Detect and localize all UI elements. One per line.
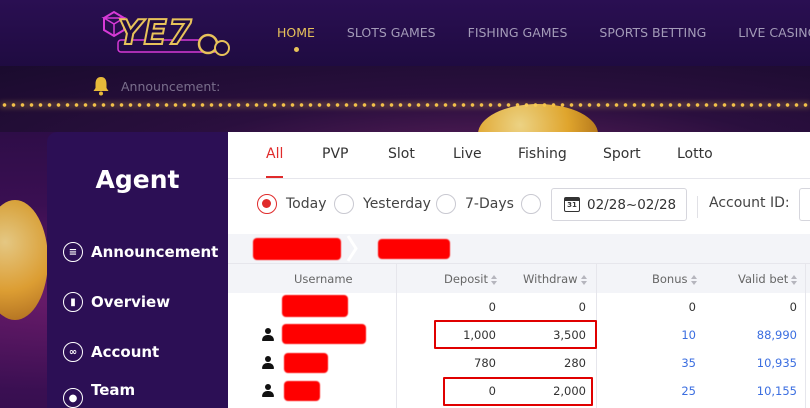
bonus-cell: 0 [688, 300, 696, 314]
sort-icon[interactable] [791, 274, 798, 285]
sidebar-item-overview[interactable]: ▮ Overview [63, 288, 228, 316]
sidebar-item-team[interactable]: ● Team [63, 380, 228, 408]
tab-fishing[interactable]: Fishing [518, 146, 567, 162]
table-row[interactable]: 0 0 0 0 [228, 293, 810, 321]
chevron-right-icon [346, 235, 358, 262]
valid-bet-cell: 0 [789, 300, 797, 314]
period-label: Today [286, 196, 327, 212]
redacted-username[interactable] [282, 295, 348, 317]
sidebar-item-label: Announcement [91, 243, 219, 261]
bonus-link[interactable]: 35 [681, 356, 696, 370]
header-deposit[interactable]: Deposit [444, 272, 498, 286]
logo-text: YE7 [117, 12, 193, 54]
table-header: Username Deposit Withdraw Bonus Valid be… [228, 263, 810, 293]
sort-icon[interactable] [490, 274, 498, 285]
report-panel: All PVP Slot Live Fishing Sport Lotto To… [228, 132, 810, 408]
header-label: Withdraw [523, 272, 578, 286]
radio-button[interactable] [257, 194, 277, 214]
withdraw-cell: 280 [564, 356, 586, 370]
bonus-link[interactable]: 25 [681, 384, 696, 398]
header-valid-bet[interactable]: Valid bet [738, 272, 798, 286]
header-username: Username [294, 272, 353, 286]
header-withdraw[interactable]: Withdraw [523, 272, 588, 286]
user-icon [262, 328, 274, 341]
valid-bet-link[interactable]: 88,990 [757, 328, 797, 342]
header-bonus[interactable]: Bonus [652, 272, 698, 286]
sidebar-item-account[interactable]: ∞ Account [63, 338, 228, 366]
nav-fishing-games[interactable]: FISHING GAMES [468, 0, 568, 66]
account-id-label: Account ID: [697, 196, 790, 218]
top-navigation-bar: YE7 HOME SLOTS GAMES FISHING GAMES SPORT… [0, 0, 810, 66]
game-type-tabs: All PVP Slot Live Fishing Sport Lotto [228, 132, 810, 179]
redacted-username[interactable] [284, 353, 328, 373]
tab-live[interactable]: Live [453, 146, 482, 162]
sidebar-item-announcement[interactable]: ≡ Announcement [63, 238, 228, 266]
nav-slots-games[interactable]: SLOTS GAMES [347, 0, 436, 66]
sidebar-item-label: Team [91, 381, 136, 399]
header-label: Valid bet [738, 272, 789, 286]
period-label: 7-Days [465, 196, 514, 212]
announcement-bar: Announcement: [0, 66, 810, 132]
sort-icon[interactable] [690, 274, 698, 285]
user-icon [262, 356, 274, 369]
radio-button[interactable] [436, 194, 456, 214]
agent-sidebar: Agent ≡ Announcement ▮ Overview ∞ Accoun… [47, 132, 228, 408]
list-icon: ≡ [63, 242, 83, 262]
sort-icon[interactable] [580, 274, 588, 285]
tab-sport[interactable]: Sport [603, 146, 641, 162]
user-icon [262, 384, 274, 397]
nav-home[interactable]: HOME [277, 0, 315, 66]
deposit-cell: 780 [474, 356, 496, 370]
sidebar-item-label: Overview [91, 293, 171, 311]
redacted-username[interactable] [282, 324, 366, 344]
radio-button[interactable] [334, 194, 354, 214]
withdraw-cell: 0 [578, 300, 586, 314]
period-label: Yesterday [363, 196, 431, 212]
bar-chart-icon: ▮ [63, 292, 83, 312]
link-icon: ∞ [63, 342, 83, 362]
period-7-days[interactable]: 7-Days [436, 194, 514, 214]
sidebar-item-label: Account [91, 343, 160, 361]
redacted-breadcrumb-item[interactable] [378, 239, 450, 259]
announcement-label: Announcement: [121, 79, 221, 94]
calendar-icon: 31 [564, 197, 580, 212]
redacted-username[interactable] [284, 381, 320, 401]
highlight-box [443, 377, 593, 406]
period-yesterday[interactable]: Yesterday [334, 194, 431, 214]
user-icon: ● [63, 388, 83, 408]
valid-bet-link[interactable]: 10,935 [757, 356, 797, 370]
agent-breadcrumb [228, 234, 810, 263]
bell-icon [93, 77, 109, 96]
tab-lotto[interactable]: Lotto [677, 146, 713, 162]
valid-bet-link[interactable]: 10,155 [757, 384, 797, 398]
radio-button[interactable] [521, 194, 541, 214]
header-label: Bonus [652, 272, 688, 286]
date-range-picker[interactable]: 31 02/28~02/28 [551, 188, 687, 221]
site-logo[interactable]: YE7 [100, 10, 238, 58]
account-id-input[interactable] [799, 188, 810, 221]
nav-live-casino[interactable]: LIVE CASINO [738, 0, 810, 66]
tab-slot[interactable]: Slot [388, 146, 415, 162]
table-row[interactable]: 780 280 35 10,935 [228, 349, 810, 377]
redacted-breadcrumb-item[interactable] [253, 238, 341, 260]
date-range-value: 02/28~02/28 [587, 196, 677, 213]
date-filters: Today Yesterday 7-Days 31 02/28~02/28 Ac… [228, 179, 810, 234]
tab-pvp[interactable]: PVP [322, 146, 348, 162]
header-label: Deposit [444, 272, 488, 286]
sidebar-title: Agent [95, 165, 180, 194]
tab-all[interactable]: All [266, 146, 284, 178]
highlight-box [434, 320, 597, 349]
marquee-lights [0, 103, 810, 107]
main-menu: HOME SLOTS GAMES FISHING GAMES SPORTS BE… [277, 0, 810, 66]
nav-sports-betting[interactable]: SPORTS BETTING [599, 0, 706, 66]
period-today[interactable]: Today [257, 194, 327, 214]
deposit-cell: 0 [488, 300, 496, 314]
bonus-link[interactable]: 10 [681, 328, 696, 342]
period-custom[interactable] [521, 194, 541, 214]
